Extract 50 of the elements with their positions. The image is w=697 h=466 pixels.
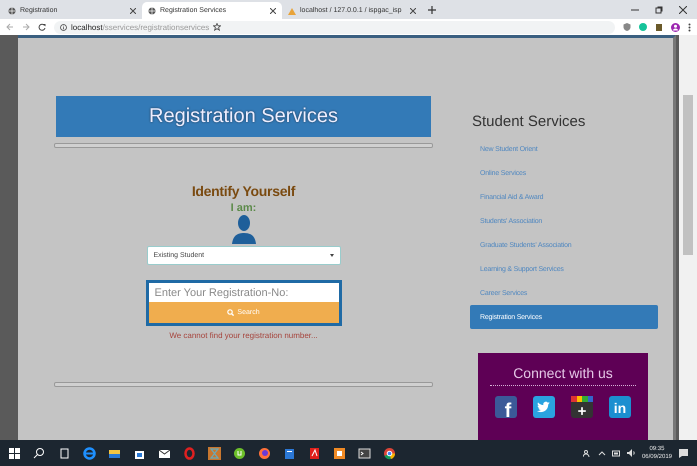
search-icon	[227, 309, 234, 316]
close-icon[interactable]	[410, 8, 416, 14]
hourglass-icon[interactable]	[208, 446, 221, 460]
section-heading: Identify Yourself	[192, 183, 296, 199]
ring-o-icon[interactable]	[183, 446, 196, 460]
document-icon[interactable]	[283, 446, 296, 460]
chrome-icon[interactable]	[383, 446, 396, 460]
battery-icon[interactable]	[612, 450, 621, 456]
error-message: We cannot find your registration number...	[169, 331, 318, 340]
close-icon[interactable]	[679, 6, 687, 14]
terminal-icon[interactable]	[358, 446, 371, 460]
new-tab-icon[interactable]	[428, 6, 436, 14]
profile-avatar-icon[interactable]	[671, 22, 680, 32]
page-title: Registration Services	[56, 96, 431, 137]
restore-icon[interactable]	[655, 6, 663, 14]
fox-globe-icon[interactable]	[258, 446, 271, 460]
star-icon[interactable]	[213, 23, 222, 31]
chevron-up-icon[interactable]	[598, 450, 606, 456]
speaker-icon[interactable]	[626, 449, 636, 457]
prompt-label: I am:	[230, 202, 256, 214]
task-view-icon[interactable]	[58, 446, 71, 460]
shield-icon[interactable]	[623, 23, 631, 31]
info-icon	[60, 24, 67, 30]
facebook-icon[interactable]: f	[495, 396, 517, 418]
database-icon	[288, 6, 296, 14]
pdf-icon[interactable]	[308, 446, 321, 460]
scrollbar[interactable]	[679, 35, 697, 440]
close-icon[interactable]	[130, 8, 136, 14]
globe-icon	[148, 6, 156, 14]
people-icon[interactable]	[582, 448, 592, 458]
globe-icon	[8, 6, 16, 14]
address-bar[interactable]: localhost/sservices/registrationservices	[54, 20, 615, 34]
reload-icon[interactable]	[38, 23, 46, 31]
registration-number-field[interactable]: Enter Your Registration-No:	[148, 283, 338, 302]
notification-icon[interactable]	[678, 448, 689, 458]
search-icon[interactable]	[33, 446, 46, 460]
linkedin-icon[interactable]: in	[609, 396, 631, 418]
control-panel-icon[interactable]	[333, 446, 346, 460]
sidebar-title: Student Services	[471, 113, 586, 130]
social-panel-title: Connect with us	[490, 365, 636, 386]
browser-e-icon[interactable]	[83, 446, 96, 460]
windows-start-icon[interactable]	[8, 446, 21, 460]
close-icon[interactable]	[270, 8, 276, 14]
twitter-icon[interactable]	[533, 396, 555, 418]
round-u-icon[interactable]	[233, 446, 246, 460]
menu-icon[interactable]	[688, 22, 691, 32]
person-silhouette-icon	[230, 214, 256, 244]
envelope-icon[interactable]	[158, 446, 171, 460]
caret-icon	[330, 254, 334, 257]
google-plus-icon[interactable]: +	[571, 396, 593, 418]
